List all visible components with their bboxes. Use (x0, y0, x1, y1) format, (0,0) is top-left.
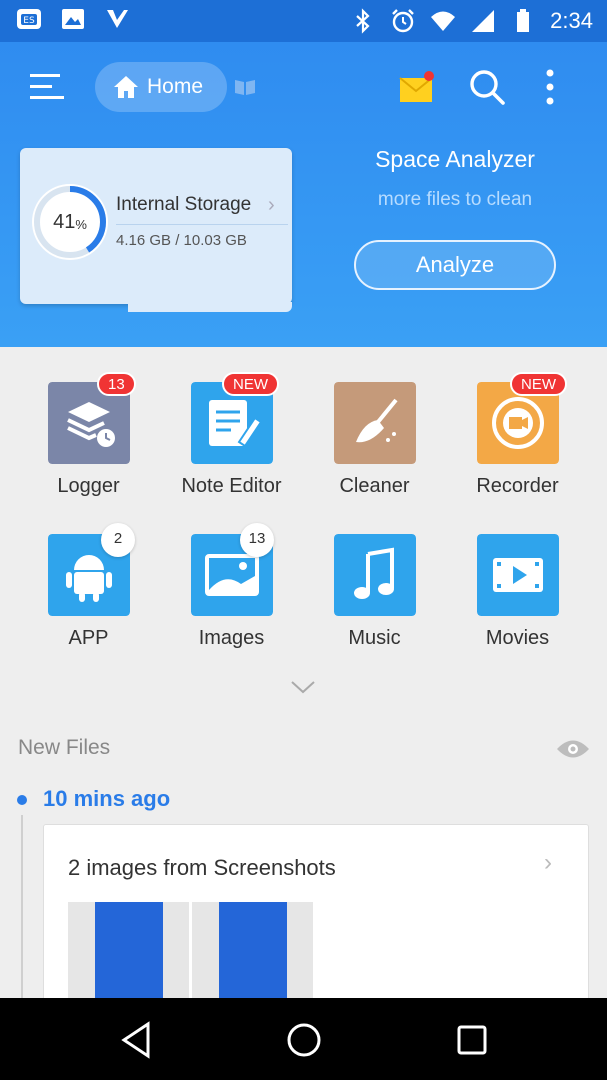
broom-icon (334, 382, 416, 464)
storage-title: Internal Storage (116, 194, 252, 215)
tool-label: APP (68, 627, 109, 649)
signal-icon (472, 10, 495, 32)
status-time: 2:34 (550, 8, 593, 33)
group-time: 10 mins ago (43, 786, 171, 811)
tool-movies[interactable]: Movies (446, 499, 589, 649)
file-group-card[interactable]: 2 images from Screenshots › (43, 824, 589, 1024)
tool-app[interactable]: 2 APP (17, 499, 160, 649)
task-icon (107, 10, 128, 28)
recorder-badge: NEW (510, 372, 567, 396)
images-badge: 13 (240, 523, 274, 557)
note-editor-badge: NEW (222, 372, 279, 396)
timeline-dot (17, 795, 27, 805)
tool-label: Note Editor (181, 475, 282, 497)
mail-icon[interactable] (398, 70, 436, 106)
tool-cleaner[interactable]: Cleaner (303, 347, 446, 497)
tool-label: Logger (57, 475, 120, 497)
music-note-icon (334, 534, 416, 616)
menu-icon[interactable] (28, 70, 66, 104)
bluetooth-icon (356, 8, 370, 34)
tool-label: Cleaner (339, 475, 410, 497)
new-files-title: New Files (18, 736, 111, 759)
status-bar: ES 2:34 (0, 0, 607, 42)
file-group-title: 2 images from Screenshots (68, 855, 336, 880)
storage-size: 4.16 GB / 10.03 GB (116, 232, 247, 249)
tool-label: Movies (485, 627, 550, 649)
tool-logger[interactable]: 13 Logger (17, 347, 160, 497)
tools-grid: 13 Logger NEW Note Editor Cleaner NEW Re… (0, 347, 607, 702)
svg-text:ES: ES (23, 16, 35, 26)
wifi-icon (431, 11, 456, 31)
navigation-bar (0, 998, 607, 1080)
recents-icon[interactable] (452, 1020, 492, 1060)
home-tab[interactable]: Home (95, 62, 227, 112)
bookmark-icon[interactable] (234, 78, 256, 96)
internal-storage-card[interactable]: 41% Internal Storage › 4.16 GB / 10.03 G… (20, 148, 292, 312)
chevron-right-icon: › (544, 849, 552, 876)
tool-recorder[interactable]: NEW Recorder (446, 347, 589, 497)
search-icon[interactable] (468, 68, 506, 106)
screenshot-thumbnail[interactable] (192, 902, 313, 1012)
app-badge: 2 (101, 523, 135, 557)
gallery-icon (62, 9, 84, 29)
chevron-right-icon: › (268, 194, 275, 216)
space-analyzer-title: Space Analyzer (375, 146, 535, 172)
eye-icon[interactable] (556, 738, 590, 760)
tool-label: Music (348, 627, 401, 649)
more-options-icon[interactable] (540, 68, 560, 106)
tool-music[interactable]: Music (303, 499, 446, 649)
es-app-icon: ES (17, 9, 41, 29)
tool-note-editor[interactable]: NEW Note Editor (160, 347, 303, 497)
home-circle-icon[interactable] (284, 1020, 324, 1060)
tool-images[interactable]: 13 Images (160, 499, 303, 649)
storage-percent: 41% (53, 210, 87, 233)
analyze-button[interactable]: Analyze (354, 240, 556, 290)
home-label: Home (147, 75, 204, 98)
home-icon (114, 76, 138, 98)
screenshot-thumbnail[interactable] (68, 902, 189, 1012)
movie-icon (477, 534, 559, 616)
tool-label: Recorder (476, 475, 559, 497)
alarm-icon (392, 9, 415, 33)
tool-label: Images (198, 627, 265, 649)
expand-chevron-icon[interactable] (290, 680, 316, 694)
space-analyzer-subtitle: more files to clean (377, 189, 533, 210)
battery-icon (517, 9, 530, 32)
back-icon[interactable] (116, 1020, 156, 1060)
logger-badge: 13 (97, 372, 136, 396)
timeline-line (21, 815, 23, 1005)
header: Home 41% Internal Storage › 4.16 GB / 10… (0, 42, 607, 347)
